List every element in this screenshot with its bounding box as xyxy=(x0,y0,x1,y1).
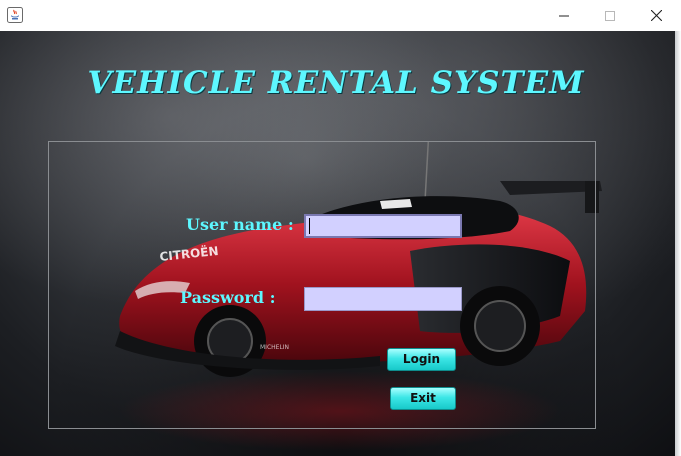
maximize-button[interactable] xyxy=(587,0,633,31)
maximize-icon xyxy=(605,10,615,21)
java-app-icon xyxy=(7,7,23,23)
title-bar[interactable] xyxy=(0,0,681,31)
exit-button[interactable]: Exit xyxy=(390,387,456,410)
window-border xyxy=(675,31,681,456)
username-field[interactable] xyxy=(304,214,462,238)
login-button[interactable]: Login xyxy=(387,348,456,371)
close-icon xyxy=(650,10,662,21)
login-panel xyxy=(48,141,596,429)
login-screen: CITROËN MICHELIN VEHICLE RENTAL SYSTEM U… xyxy=(0,31,681,456)
text-caret xyxy=(309,218,310,234)
app-window: CITROËN MICHELIN VEHICLE RENTAL SYSTEM U… xyxy=(0,0,681,456)
password-label: Password : xyxy=(180,288,276,307)
minimize-icon xyxy=(559,15,569,16)
app-title: VEHICLE RENTAL SYSTEM xyxy=(87,65,585,101)
password-field[interactable] xyxy=(304,287,462,311)
username-label: User name : xyxy=(186,215,294,234)
minimize-button[interactable] xyxy=(541,0,587,31)
close-button[interactable] xyxy=(633,0,679,31)
